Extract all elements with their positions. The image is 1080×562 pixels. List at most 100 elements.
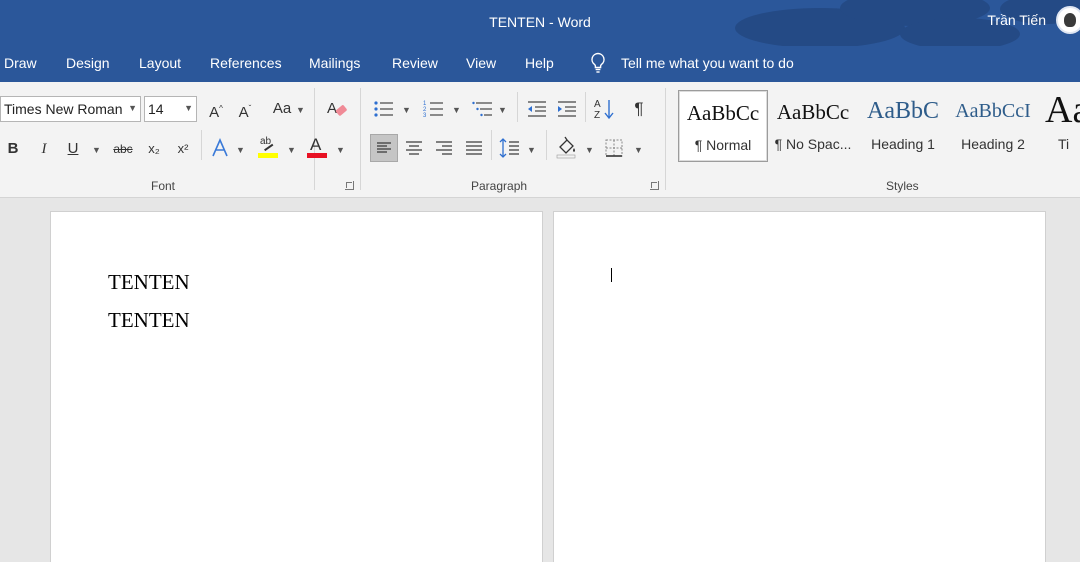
styles-gallery: AaBbCc ¶ Normal AaBbCc ¶ No Spac... AaBb…: [676, 90, 1080, 162]
chevron-down-icon: ▼: [296, 105, 305, 115]
paragraph-group-label: Paragraph: [471, 179, 528, 193]
ribbon-tabs: Draw Design Layout References Mailings R…: [0, 46, 1080, 82]
chevron-down-icon: ▼: [236, 145, 245, 155]
font-name-box[interactable]: Times New Roman ▼: [0, 96, 141, 122]
group-divider: [360, 88, 361, 190]
chevron-down-icon: ▼: [128, 103, 137, 113]
style-name: ¶ Normal: [694, 137, 752, 153]
bullets-icon[interactable]: [373, 99, 395, 119]
text-effects-icon[interactable]: [210, 137, 230, 159]
style-heading-2[interactable]: AaBbCcI Heading 2: [948, 90, 1038, 162]
style-sample: AaBbC: [867, 98, 939, 124]
font-color-button[interactable]: A: [306, 135, 328, 159]
style-title[interactable]: Aa Ti: [1038, 90, 1080, 162]
style-sample: AaBbCc: [686, 101, 760, 125]
tab-help[interactable]: Help: [525, 55, 554, 71]
style-sample: Aa: [1045, 90, 1080, 131]
tab-design[interactable]: Design: [66, 55, 110, 71]
chevron-down-icon: ▼: [585, 145, 594, 155]
borders-icon[interactable]: [604, 138, 624, 158]
chevron-down-icon: ▼: [336, 145, 345, 155]
svg-text:Z: Z: [594, 110, 600, 121]
subscript-button[interactable]: x₂: [143, 139, 165, 159]
font-color-label: A: [310, 135, 322, 154]
font-name-value: Times New Roman: [4, 101, 123, 117]
chevron-down-icon: ▼: [287, 145, 296, 155]
style-name: ¶ No Spac...: [774, 136, 852, 152]
window-title: TENTEN - Word: [489, 14, 591, 30]
superscript-button[interactable]: x²: [172, 139, 194, 159]
bold-button[interactable]: B: [4, 139, 22, 159]
tab-view[interactable]: View: [466, 55, 496, 71]
sort-icon[interactable]: A Z: [594, 97, 616, 121]
document-text-line[interactable]: TENTEN: [108, 270, 190, 295]
font-size-box[interactable]: 14 ▼: [144, 96, 197, 122]
group-divider: [665, 88, 666, 190]
style-no-spacing[interactable]: AaBbCc ¶ No Spac...: [768, 90, 858, 162]
style-heading-1[interactable]: AaBbC Heading 1: [858, 90, 948, 162]
chevron-down-icon: ▼: [527, 145, 536, 155]
align-left-button[interactable]: [370, 134, 398, 162]
show-formatting-button[interactable]: ¶: [630, 99, 648, 119]
shrink-font-button[interactable]: Aˇ: [235, 99, 255, 123]
avatar[interactable]: [1056, 6, 1080, 34]
title-bar: TENTEN - Word Trần Tiến: [0, 0, 1080, 46]
tab-mailings[interactable]: Mailings: [309, 55, 360, 71]
shading-icon[interactable]: [555, 135, 579, 159]
divider: [585, 92, 586, 122]
document-page-1[interactable]: TENTEN TENTEN: [50, 211, 543, 562]
font-color-swatch: [307, 153, 327, 158]
highlight-color-swatch: [258, 153, 278, 158]
divider: [491, 130, 492, 160]
grow-font-button[interactable]: A^: [206, 99, 226, 123]
chevron-down-icon: ▼: [498, 105, 507, 115]
font-group-label: Font: [151, 179, 176, 193]
italic-button[interactable]: I: [35, 139, 53, 159]
divider: [201, 130, 202, 160]
style-name: Ti: [1058, 136, 1070, 152]
highlight-button[interactable]: ab: [257, 135, 279, 159]
divider: [517, 92, 518, 122]
clear-formatting-icon[interactable]: A: [326, 98, 348, 120]
document-text-line[interactable]: TENTEN: [108, 308, 190, 333]
font-dialog-launcher[interactable]: [345, 181, 354, 190]
strikethrough-button[interactable]: abc: [110, 139, 136, 159]
decrease-indent-icon[interactable]: [526, 99, 548, 119]
chevron-down-icon: ▼: [184, 103, 193, 113]
tab-draw[interactable]: Draw: [4, 55, 37, 71]
chevron-down-icon: ▼: [452, 105, 461, 115]
document-page-2[interactable]: [553, 211, 1046, 562]
lightbulb-icon: [591, 52, 605, 73]
tab-review[interactable]: Review: [392, 55, 438, 71]
tell-me-search[interactable]: Tell me what you want to do: [621, 55, 794, 71]
svg-text:A: A: [327, 100, 337, 117]
increase-indent-icon[interactable]: [556, 99, 578, 119]
ribbon: Times New Roman ▼ 14 ▼ A^ Aˇ Aa ▼ A B I …: [0, 82, 1080, 198]
style-normal[interactable]: AaBbCc ¶ Normal: [678, 90, 768, 162]
justify-icon[interactable]: [464, 139, 484, 157]
styles-group-label: Styles: [886, 179, 919, 193]
style-sample: AaBbCc: [776, 100, 850, 124]
text-cursor: [611, 268, 612, 282]
style-sample: AaBbCcI: [955, 100, 1031, 122]
user-name[interactable]: Trần Tiến: [987, 12, 1046, 28]
multilevel-list-icon[interactable]: [472, 99, 494, 119]
chevron-down-icon: ▼: [634, 145, 643, 155]
align-left-icon: [377, 142, 391, 153]
tab-layout[interactable]: Layout: [139, 55, 181, 71]
tab-references[interactable]: References: [210, 55, 282, 71]
font-size-value: 14: [148, 101, 164, 117]
style-name: Heading 1: [871, 136, 935, 152]
svg-text:3: 3: [423, 113, 427, 119]
change-case-button[interactable]: Aa: [271, 99, 293, 119]
line-spacing-icon[interactable]: [499, 137, 521, 159]
chevron-down-icon: ▼: [402, 105, 411, 115]
numbering-icon[interactable]: 1 2 3: [423, 99, 445, 119]
align-right-icon[interactable]: [434, 139, 454, 157]
align-center-icon[interactable]: [404, 139, 424, 157]
divider: [546, 130, 547, 160]
underline-button[interactable]: U: [64, 139, 82, 159]
style-name: Heading 2: [961, 136, 1025, 152]
svg-text:A: A: [594, 99, 601, 110]
paragraph-dialog-launcher[interactable]: [650, 181, 659, 190]
